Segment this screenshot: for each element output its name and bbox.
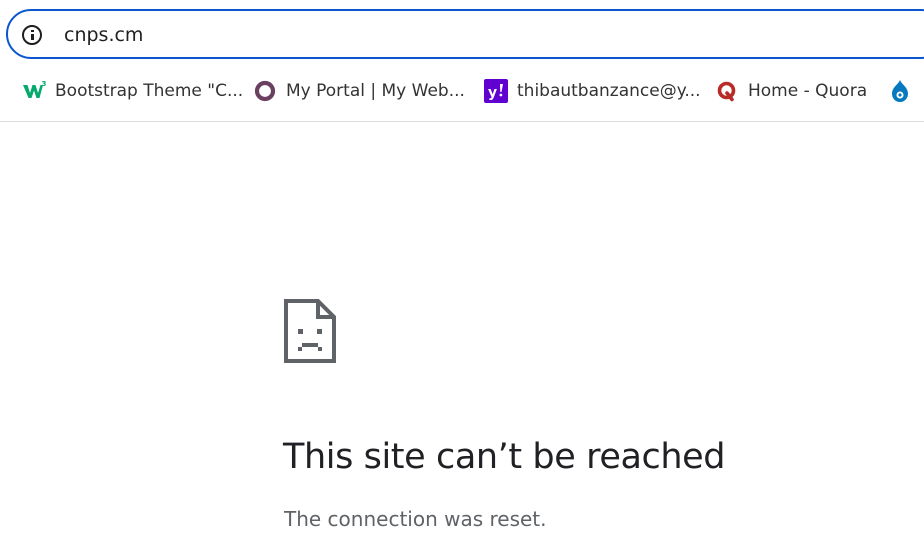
portal-ring-icon <box>254 80 276 102</box>
yahoo-icon: y <box>484 79 508 103</box>
bookmarks-bar: 3 Bootstrap Theme "C... My Portal | My W… <box>0 66 924 116</box>
toolbar-divider <box>0 121 924 122</box>
error-description: The connection was reset. <box>284 507 547 531</box>
svg-text:y: y <box>488 85 497 101</box>
bookmark-label: Home - Quora <box>748 81 868 101</box>
w3schools-icon: 3 <box>23 80 47 98</box>
address-bar[interactable]: cnps.cm <box>6 9 924 59</box>
quora-icon <box>717 81 736 102</box>
url-text[interactable]: cnps.cm <box>64 24 143 46</box>
error-title: This site can’t be reached <box>283 437 726 477</box>
drupal-icon <box>892 80 908 102</box>
bookmark-label: thibautbanzance@y... <box>517 81 701 101</box>
bookmark-label: My Portal | My Web... <box>286 81 465 101</box>
sad-page-icon <box>284 299 336 363</box>
bookmark-label: Bootstrap Theme "C... <box>55 81 244 101</box>
info-icon[interactable] <box>22 25 42 45</box>
svg-text:3: 3 <box>42 80 47 88</box>
